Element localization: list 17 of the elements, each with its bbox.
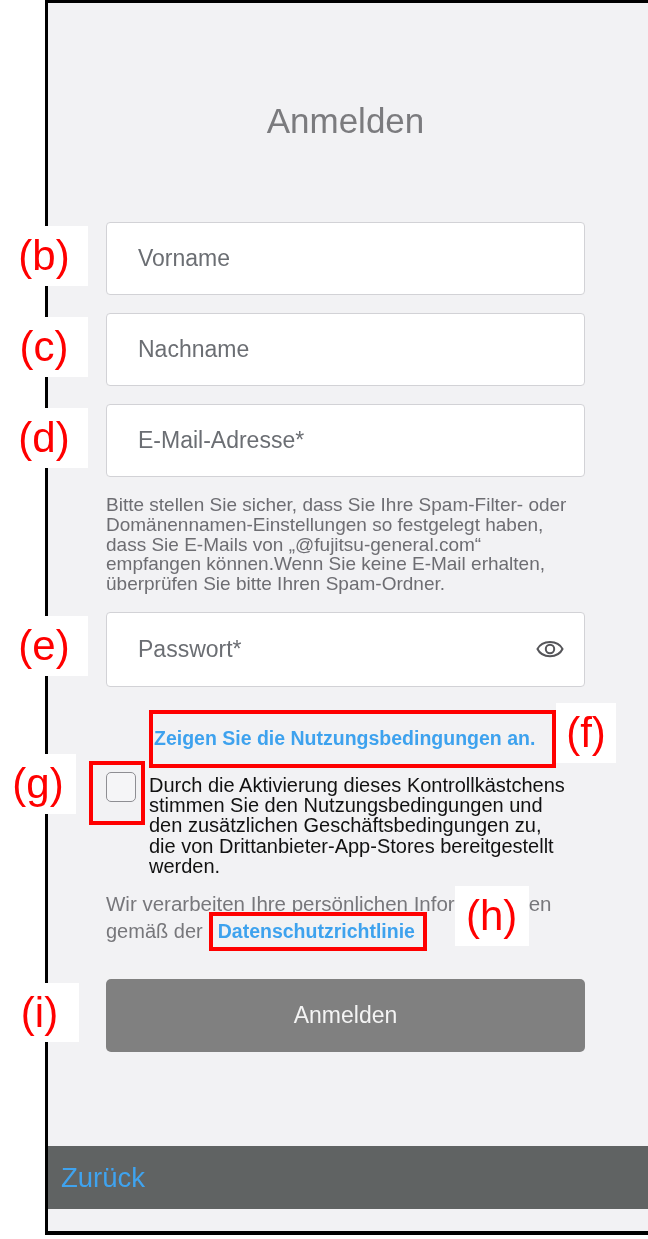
annotation-label: (f) [556,702,616,763]
privacy-text: en [528,896,552,912]
input-field[interactable]: Vorname [106,222,585,295]
checkbox[interactable] [106,771,136,802]
eye-icon[interactable] [536,640,564,659]
input-field[interactable]: E-Mail-Adresse* [106,404,585,477]
back-link[interactable]: Zurück [61,1161,146,1194]
screen-title: Anmelden [266,101,425,141]
consent-text: Durch die Aktivierung dieses Kontrollkästchens stimmen Sie den Nutzungsbedingungen und den zusätzlichen Geschäftsbedingungen zu, die von Drittanbieter-App-Stores bereitgestellt werden. [149,774,565,876]
terms-link[interactable]: Zeigen Sie die Nutzungsbedingungen an. [154,727,536,751]
annotation-label: (h) [454,886,529,946]
password-field[interactable]: Passwort* [106,611,585,687]
email-hint-text: Bitte stellen Sie sicher, dass Sie Ihre Spam-Filter- oder Domänennamen-Einstellungen so festgelegt haben, dass Sie E-Mails von „@fujitsu-general.com“ empfangen können.Wenn Sie keine E-Mail erhalten, überprüfen Sie bitte Ihren Spam-Ordner. [106,495,568,594]
privacy-policy-link[interactable]: Datenschutzrichtlinie [217,920,415,943]
privacy-text: Wir verarbeiten Ihre persönlichen Infor [106,896,455,912]
input-field[interactable]: Nachname [106,313,585,386]
privacy-text: gemäß der [106,920,203,943]
